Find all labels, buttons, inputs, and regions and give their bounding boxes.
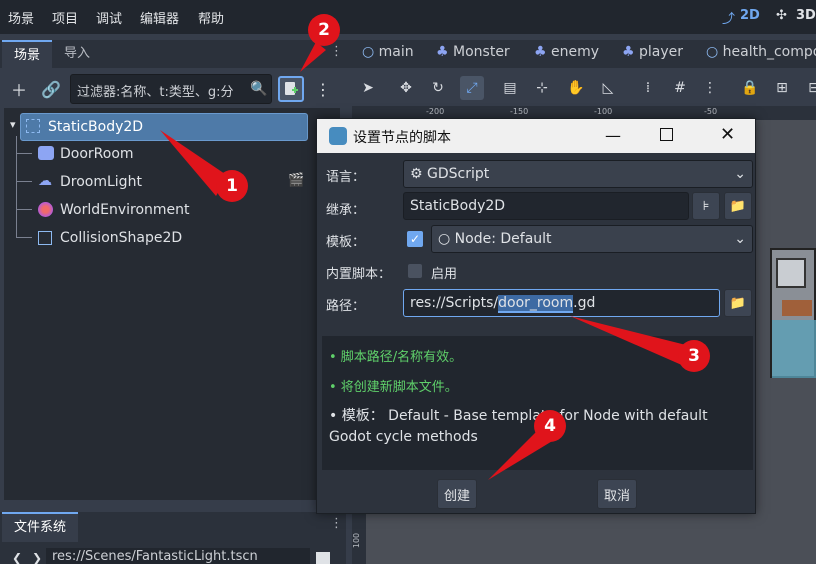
annotation-badge-4: 4: [534, 410, 566, 442]
annotation-badge-3: 3: [678, 340, 710, 372]
annotation-badge-2: 2: [308, 14, 340, 46]
annotation-arrow-2: [300, 42, 326, 72]
annotation-arrow-3: [570, 316, 690, 366]
annotation-badge-1: 1: [216, 170, 248, 202]
annotation-overlay: [160, 42, 690, 480]
